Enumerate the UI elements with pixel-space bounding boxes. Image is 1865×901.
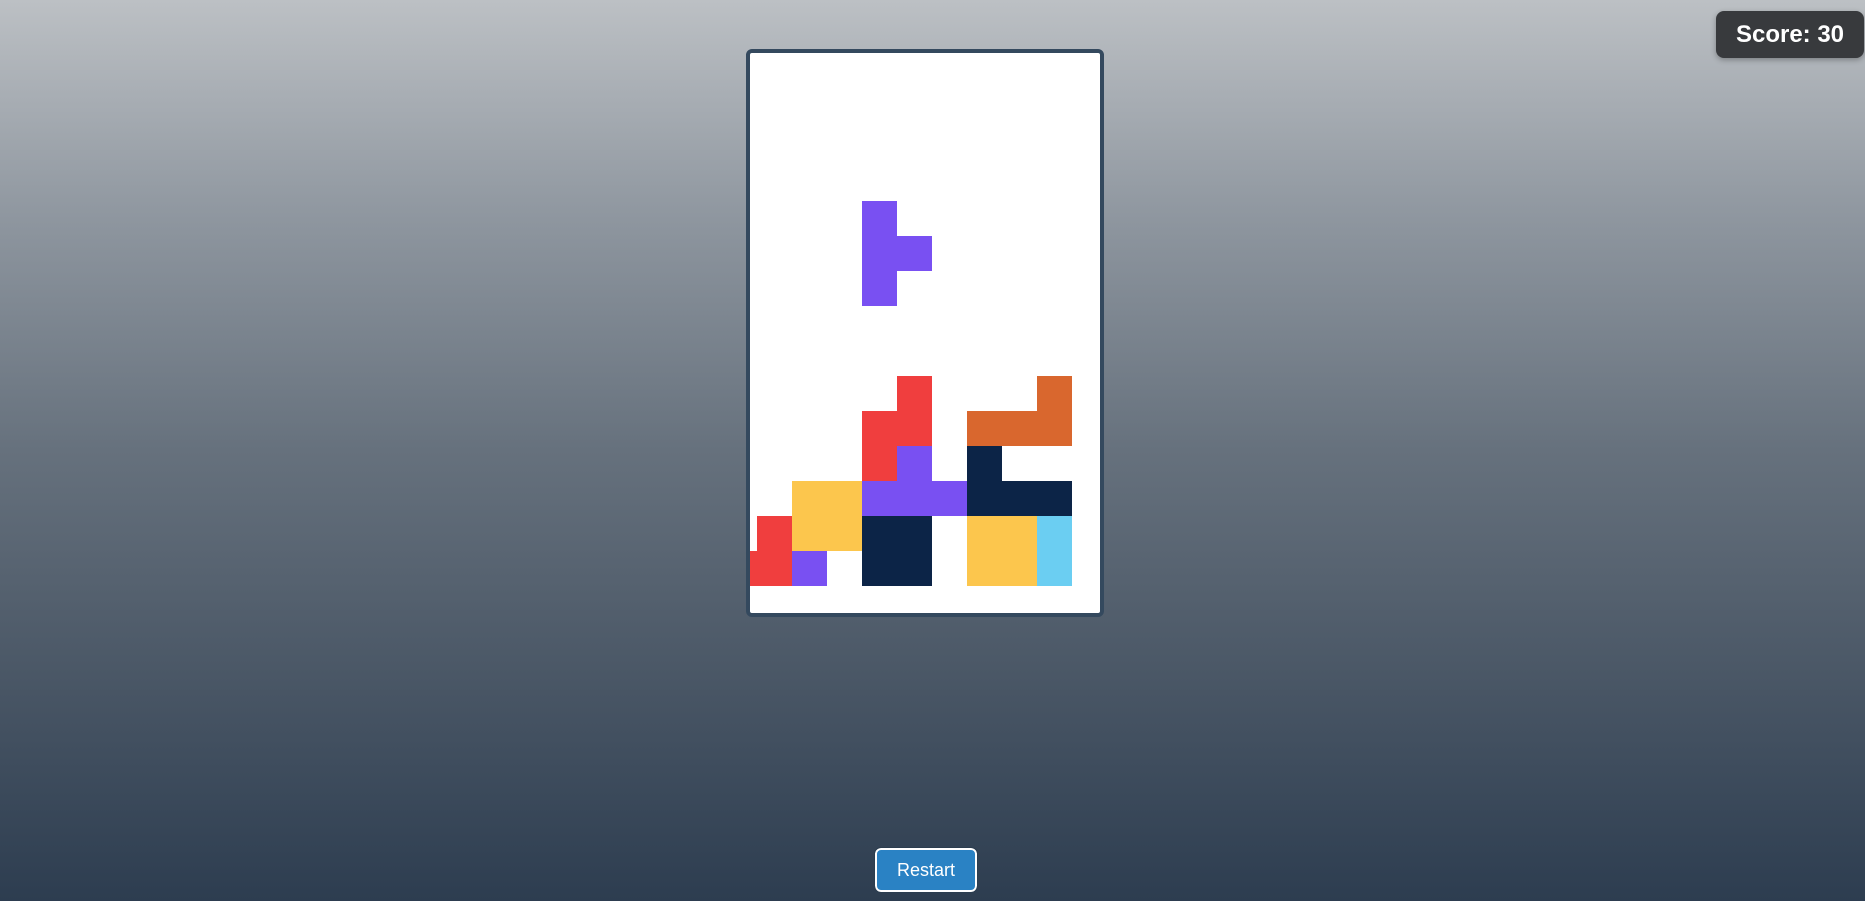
settled-block (897, 551, 932, 586)
settled-block (862, 446, 897, 481)
settled-block (1002, 411, 1037, 446)
settled-block (1002, 516, 1037, 551)
settled-block (862, 481, 897, 516)
falling-piece-block (862, 271, 897, 306)
falling-piece-block (862, 236, 897, 271)
game-board (746, 49, 1104, 617)
settled-block (897, 446, 932, 481)
settled-block (897, 411, 932, 446)
settled-block (750, 551, 757, 586)
settled-block (1037, 516, 1072, 551)
settled-block (862, 516, 897, 551)
settled-block (1037, 481, 1072, 516)
falling-piece-block (862, 201, 897, 236)
settled-block (792, 551, 827, 586)
settled-block (1037, 411, 1072, 446)
restart-button[interactable]: Restart (874, 847, 978, 893)
settled-block (1037, 551, 1072, 586)
settled-block (932, 481, 967, 516)
settled-block (862, 551, 897, 586)
settled-block (827, 516, 862, 551)
settled-block (897, 516, 932, 551)
settled-block (862, 411, 897, 446)
settled-block (792, 481, 827, 516)
settled-block (897, 481, 932, 516)
settled-block (967, 411, 1002, 446)
settled-block (827, 481, 862, 516)
settled-block (967, 551, 1002, 586)
settled-block (1002, 481, 1037, 516)
settled-block (1037, 376, 1072, 411)
settled-block (967, 516, 1002, 551)
settled-block (792, 516, 827, 551)
settled-block (967, 446, 1002, 481)
settled-block (1002, 551, 1037, 586)
settled-block (757, 516, 792, 551)
falling-piece-block (897, 236, 932, 271)
settled-block (757, 551, 792, 586)
settled-block (897, 376, 932, 411)
score-display: Score: 30 (1716, 11, 1864, 58)
settled-block (967, 481, 1002, 516)
